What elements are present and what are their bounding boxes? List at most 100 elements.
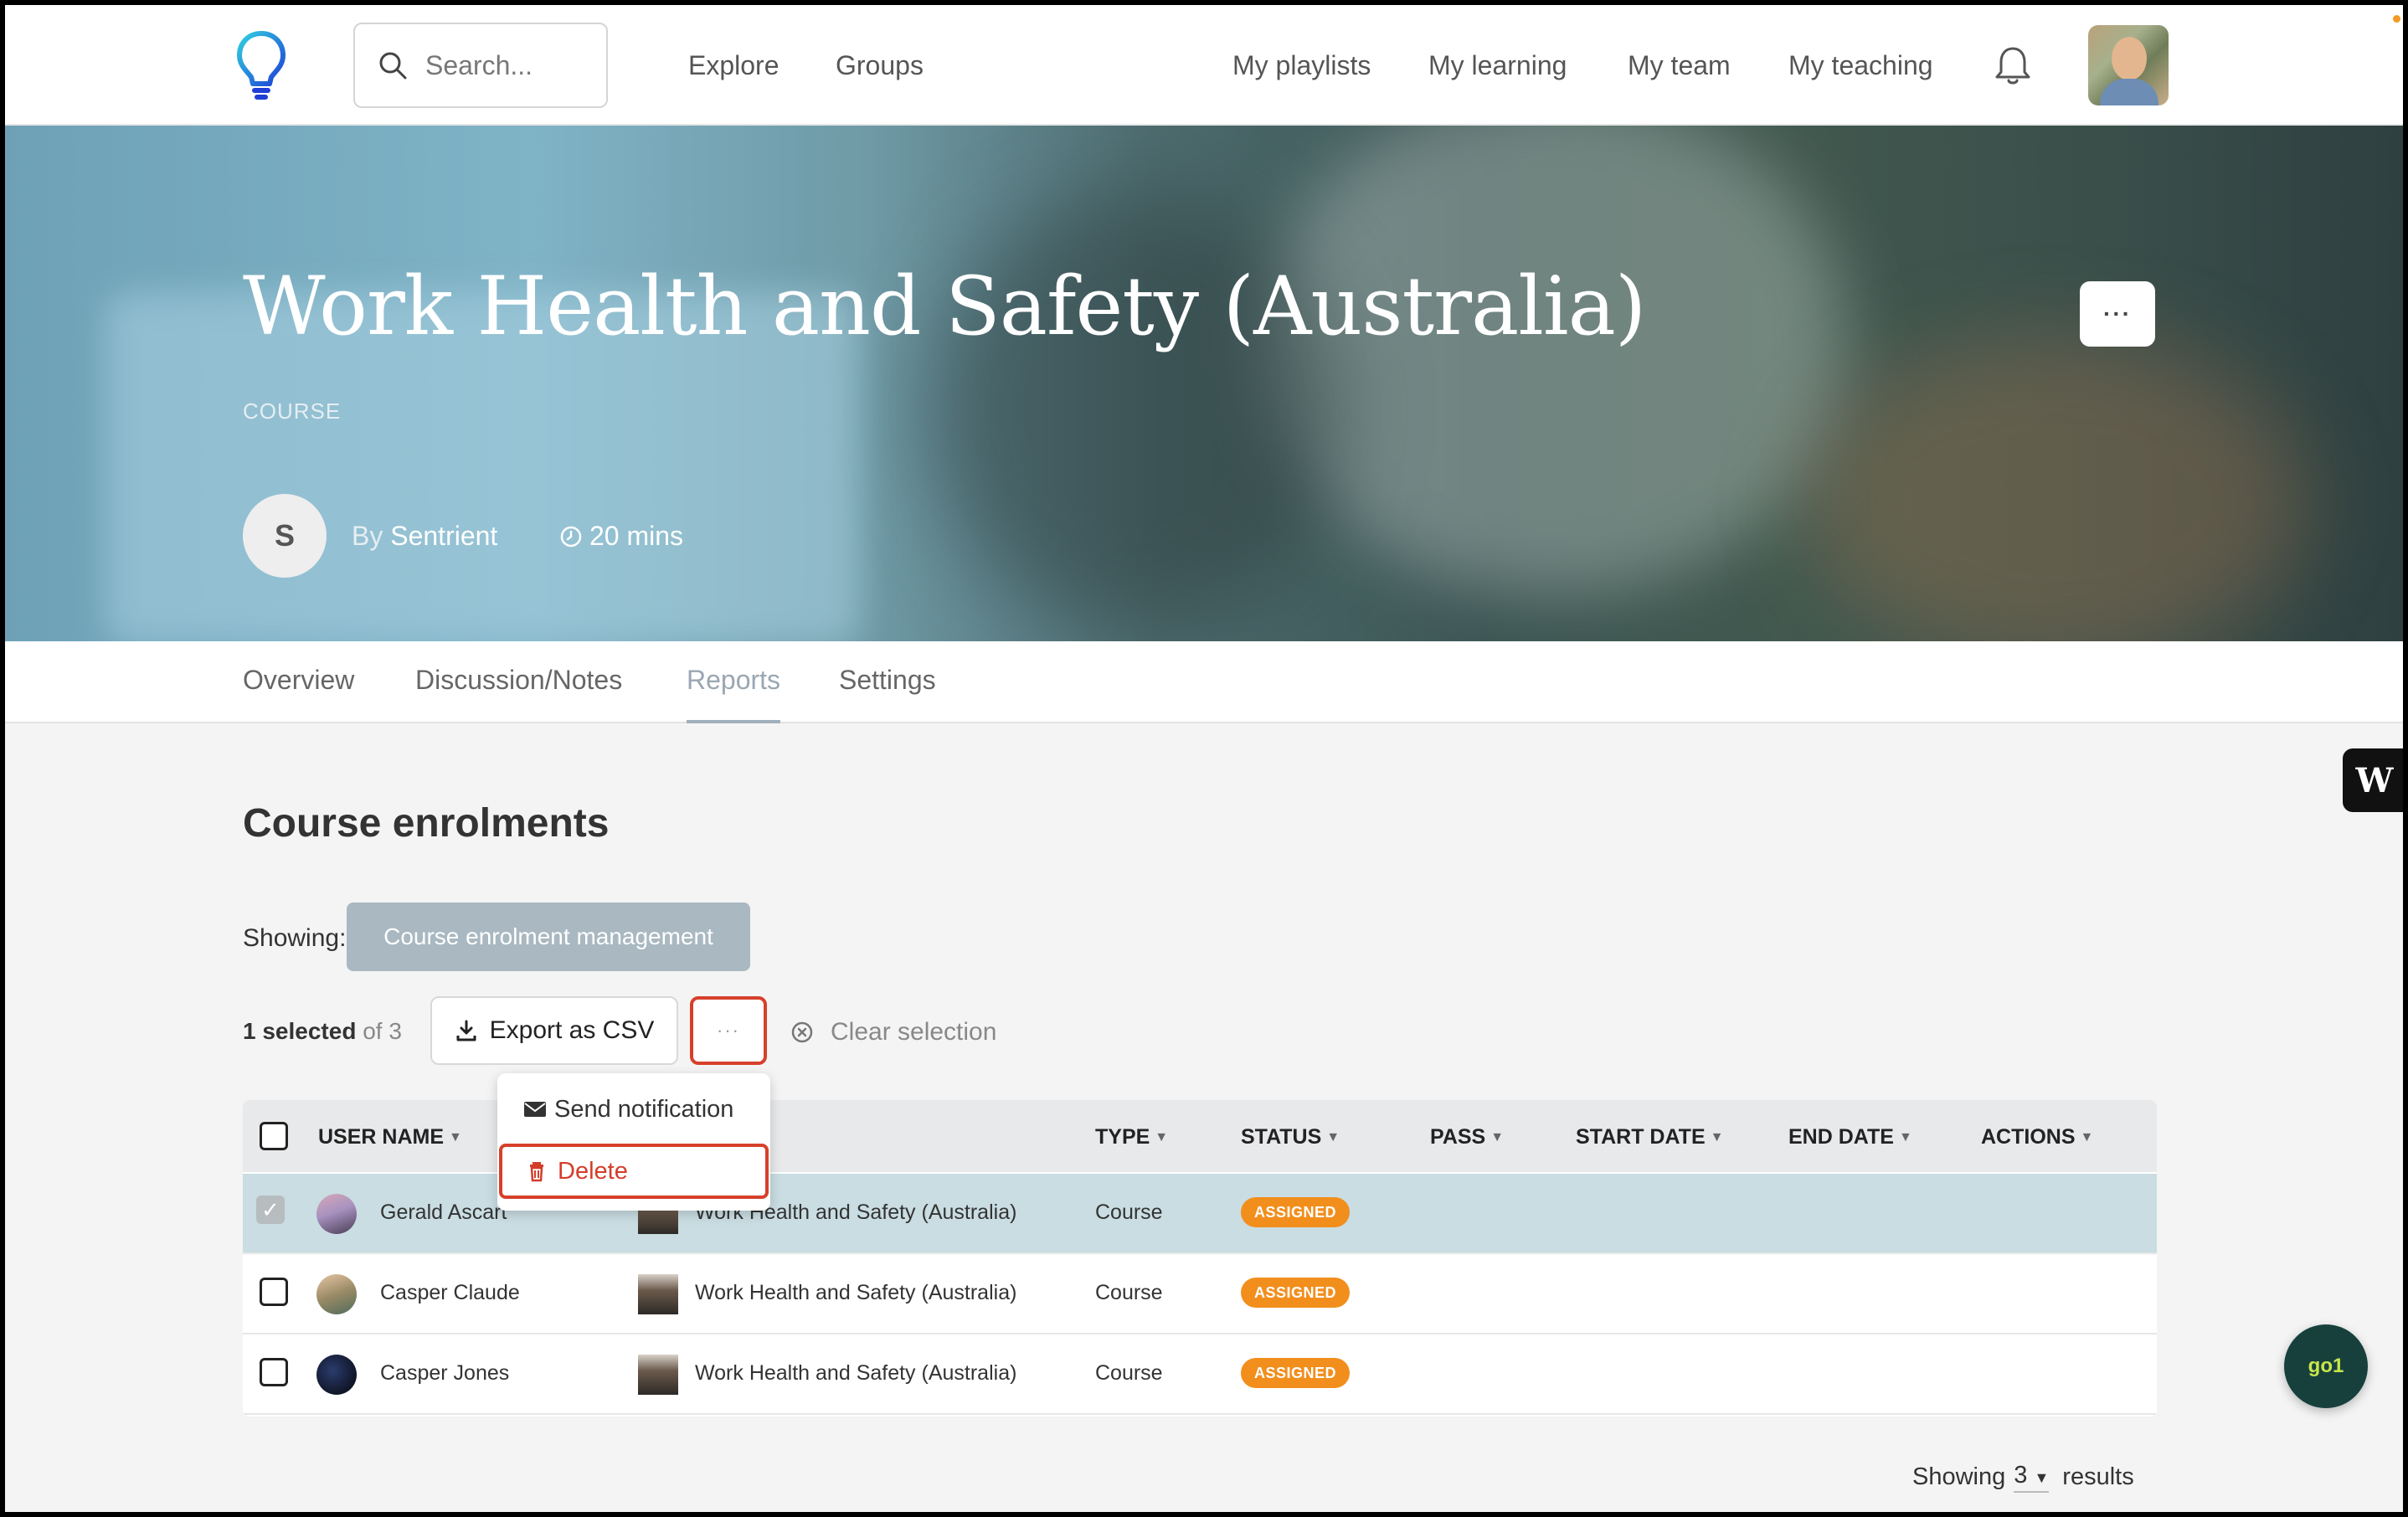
user-avatar xyxy=(316,1355,357,1395)
search-icon xyxy=(379,52,407,80)
column-label: START DATE xyxy=(1576,1125,1706,1149)
selected-total: of 3 xyxy=(363,1018,402,1044)
user-avatar[interactable] xyxy=(2088,25,2169,105)
lightbulb-logo-icon[interactable] xyxy=(236,30,286,100)
user-name[interactable]: Casper Jones xyxy=(380,1361,509,1386)
status-badge: ASSIGNED xyxy=(1241,1197,1351,1227)
showing-results-label: Showing xyxy=(1912,1463,2006,1490)
notification-dot xyxy=(2393,15,2400,23)
nav-groups[interactable]: Groups xyxy=(836,50,924,81)
column-label: STATUS xyxy=(1241,1125,1322,1149)
column-status[interactable]: STATUS ▼ xyxy=(1241,1125,1340,1149)
sort-caret-icon: ▼ xyxy=(2080,1129,2094,1144)
export-csv-button[interactable]: Export as CSV xyxy=(430,996,678,1065)
showing-label: Showing: xyxy=(243,924,347,952)
column-label: END DATE xyxy=(1788,1125,1894,1149)
sort-caret-icon: ▼ xyxy=(1490,1129,1505,1144)
clear-icon xyxy=(791,1021,813,1043)
type-cell: Course xyxy=(1095,1281,1163,1304)
sort-caret-icon: ▼ xyxy=(1710,1129,1724,1144)
author-avatar: S xyxy=(243,494,327,578)
column-user-name[interactable]: USER NAME ▼ xyxy=(318,1125,462,1149)
column-actions[interactable]: ACTIONS ▼ xyxy=(1981,1125,2093,1149)
nav-my-teaching[interactable]: My teaching xyxy=(1788,50,1933,81)
by-label: By xyxy=(352,521,383,551)
course-thumbnail xyxy=(638,1274,678,1314)
results-summary: Showing 3 ▼ results xyxy=(1912,1462,2134,1493)
side-widget-button[interactable]: W xyxy=(2343,748,2403,812)
tab-discussion-notes[interactable]: Discussion/Notes xyxy=(415,665,622,723)
results-per-page-select[interactable]: 3 ▼ xyxy=(2014,1462,2050,1493)
bell-icon[interactable] xyxy=(1993,44,2033,87)
menu-item-label: Delete xyxy=(558,1157,628,1185)
nav-my-team[interactable]: My team xyxy=(1628,50,1731,81)
user-name[interactable]: Casper Claude xyxy=(380,1281,520,1305)
row-checkbox[interactable] xyxy=(260,1278,288,1306)
bulk-actions-menu: Send notification Delete xyxy=(497,1073,770,1211)
course-duration: 20 mins xyxy=(559,521,683,552)
export-label: Export as CSV xyxy=(489,1016,655,1044)
column-end-date[interactable]: END DATE ▼ xyxy=(1788,1125,1912,1149)
column-label: ACTIONS xyxy=(1981,1125,2076,1149)
download-icon xyxy=(456,1020,476,1041)
column-start-date[interactable]: START DATE ▼ xyxy=(1576,1125,1723,1149)
bulk-more-button[interactable]: ··· xyxy=(690,996,767,1065)
row-checkbox[interactable]: ✓ xyxy=(256,1196,285,1224)
sort-caret-icon: ▼ xyxy=(1155,1129,1169,1144)
clear-selection-button[interactable]: Clear selection xyxy=(790,1018,996,1046)
type-cell: Course xyxy=(1095,1361,1163,1385)
search-box[interactable] xyxy=(353,23,608,108)
section-title: Course enrolments xyxy=(243,801,610,846)
sort-caret-icon: ▼ xyxy=(1898,1129,1912,1144)
report-view-selector[interactable]: Course enrolment management xyxy=(347,902,750,971)
nav-explore[interactable]: Explore xyxy=(688,50,780,81)
clock-icon xyxy=(560,526,582,547)
envelope-icon xyxy=(524,1102,546,1117)
author-byline: By Sentrient xyxy=(352,521,497,552)
nav-my-playlists[interactable]: My playlists xyxy=(1232,50,1371,81)
selected-count: 1 selected xyxy=(243,1018,357,1044)
row-checkbox[interactable] xyxy=(260,1358,288,1386)
course-hero-banner: Work Health and Safety (Australia) COURS… xyxy=(5,126,2403,641)
tab-overview[interactable]: Overview xyxy=(243,665,354,723)
author-name[interactable]: Sentrient xyxy=(390,521,497,551)
status-badge: ASSIGNED xyxy=(1241,1278,1351,1308)
clear-selection-label: Clear selection xyxy=(831,1018,997,1046)
table-row[interactable]: Casper Claude Work Health and Safety (Au… xyxy=(243,1254,2157,1334)
course-name[interactable]: Work Health and Safety (Australia) xyxy=(695,1281,1016,1305)
course-name[interactable]: Work Health and Safety (Australia) xyxy=(695,1361,1016,1386)
selection-count: 1 selected of 3 xyxy=(243,1018,402,1045)
top-navigation: Explore Groups My playlists My learning … xyxy=(5,5,2403,126)
duration-text: 20 mins xyxy=(589,521,684,551)
app-window: Explore Groups My playlists My learning … xyxy=(5,5,2403,1512)
course-type-label: COURSE xyxy=(243,399,342,424)
sort-caret-icon: ▼ xyxy=(449,1129,462,1144)
type-cell: Course xyxy=(1095,1201,1163,1224)
results-label: results xyxy=(2062,1463,2134,1490)
nav-my-learning[interactable]: My learning xyxy=(1428,50,1567,81)
user-avatar xyxy=(316,1274,357,1314)
select-all-checkbox[interactable] xyxy=(260,1122,288,1150)
search-input[interactable] xyxy=(425,49,576,81)
course-more-options-button[interactable]: ··· xyxy=(2080,281,2155,347)
menu-item-delete[interactable]: Delete xyxy=(499,1144,769,1199)
column-label: USER NAME xyxy=(318,1125,445,1149)
sort-caret-icon: ▼ xyxy=(1326,1129,1340,1144)
course-tabs: Overview Discussion/Notes Reports Settin… xyxy=(5,641,2403,723)
column-pass[interactable]: PASS ▼ xyxy=(1430,1125,1504,1149)
user-name[interactable]: Gerald Ascart xyxy=(380,1201,507,1225)
tab-settings[interactable]: Settings xyxy=(839,665,936,723)
menu-item-send-notification[interactable]: Send notification xyxy=(497,1082,770,1137)
column-label: TYPE xyxy=(1095,1125,1150,1149)
table-row[interactable]: Casper Jones Work Health and Safety (Aus… xyxy=(243,1334,2157,1415)
user-avatar xyxy=(316,1194,357,1234)
menu-item-label: Send notification xyxy=(554,1095,734,1123)
course-thumbnail xyxy=(638,1355,678,1395)
column-type[interactable]: TYPE ▼ xyxy=(1095,1125,1168,1149)
course-title: Work Health and Safety (Australia) xyxy=(243,260,1646,353)
trash-icon xyxy=(530,1162,543,1182)
chevron-down-icon: ▼ xyxy=(2034,1469,2050,1486)
go1-help-button[interactable]: go1 xyxy=(2284,1324,2368,1408)
status-badge: ASSIGNED xyxy=(1241,1358,1351,1388)
tab-reports[interactable]: Reports xyxy=(687,665,781,723)
